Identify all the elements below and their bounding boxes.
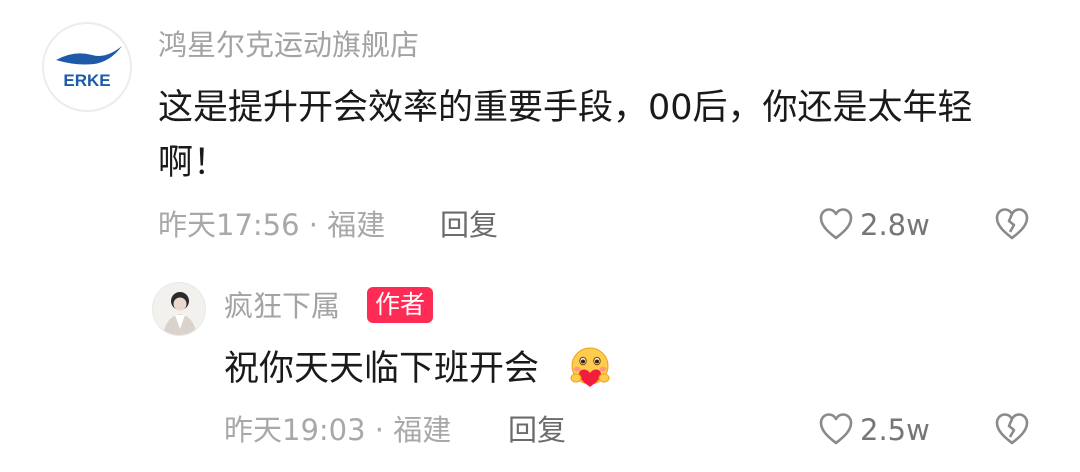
- reply-reply-button[interactable]: 回复: [508, 413, 566, 447]
- comment-meta: 昨天17:56 · 福建: [158, 208, 386, 242]
- author-badge: 作者: [367, 287, 434, 323]
- reply-meta: 昨天19:03 · 福建: [224, 413, 452, 447]
- erke-logo: ERKE: [56, 46, 122, 90]
- svg-text:ERKE: ERKE: [63, 71, 110, 90]
- reply-button[interactable]: 回复: [440, 208, 498, 242]
- avatar[interactable]: ERKE: [42, 22, 132, 112]
- heart-outline-icon[interactable]: [818, 207, 854, 241]
- broken-heart-icon[interactable]: [994, 207, 1030, 241]
- heart-hug-emoji: [570, 347, 610, 387]
- comment-text-line2: 啊！: [158, 143, 229, 183]
- broken-heart-icon[interactable]: [994, 412, 1030, 446]
- heart-outline-icon[interactable]: [818, 412, 854, 446]
- comment-username[interactable]: 鸿星尔克运动旗舰店: [158, 28, 419, 62]
- reply-username[interactable]: 疯狂下属: [224, 289, 340, 323]
- reply-text: 祝你天天临下班开会: [224, 349, 540, 389]
- reply-like-count: 2.5w: [860, 413, 930, 447]
- reply-avatar[interactable]: [152, 282, 206, 336]
- comment-text-line1: 这是提升开会效率的重要手段，00后，你还是太年轻: [158, 88, 973, 128]
- like-count: 2.8w: [860, 208, 930, 242]
- person-avatar-icon: [153, 283, 205, 335]
